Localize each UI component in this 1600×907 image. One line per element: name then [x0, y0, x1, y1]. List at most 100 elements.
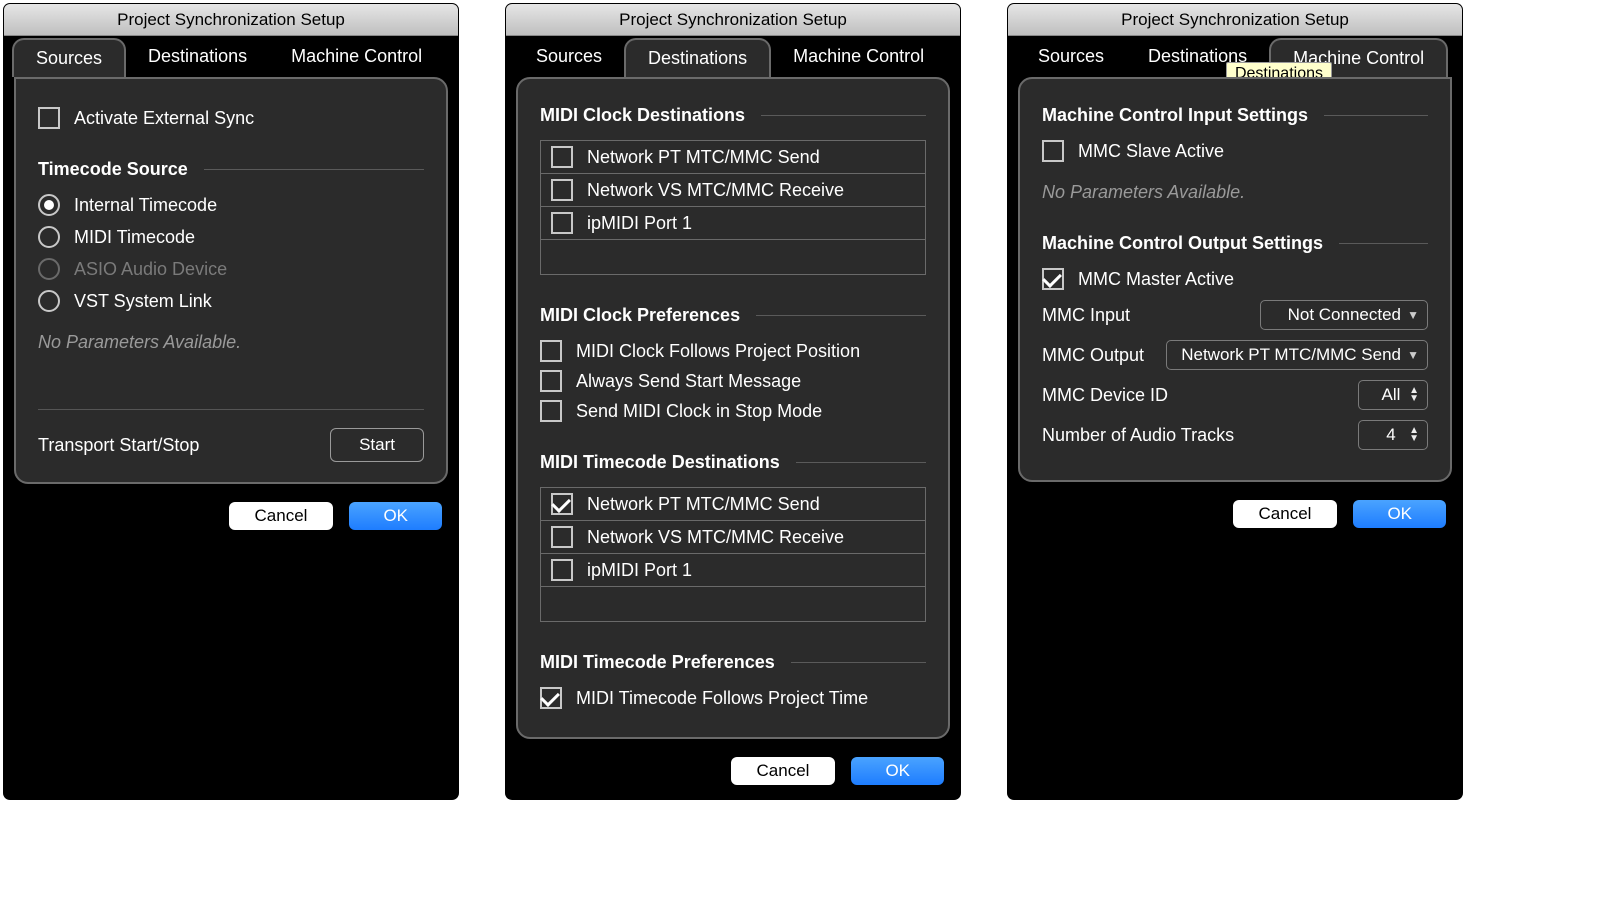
window-title: Project Synchronization Setup [4, 4, 458, 36]
chevron-down-icon: ▼ [1407, 348, 1419, 362]
list-item[interactable]: ipMIDI Port 1 [541, 554, 925, 587]
activate-external-sync-label: Activate External Sync [74, 108, 254, 129]
divider-icon [1339, 243, 1428, 244]
mmc-device-id-value: All [1382, 385, 1401, 404]
tc-follows-project-label: MIDI Timecode Follows Project Time [576, 688, 868, 709]
section-timecode-source: Timecode Source [38, 159, 188, 180]
dialog-buttons: Cancel OK [4, 492, 458, 544]
tc-dest-label: ipMIDI Port 1 [587, 560, 692, 581]
list-item[interactable]: Network VS MTC/MMC Receive [541, 521, 925, 554]
tc-dest-checkbox[interactable] [551, 559, 573, 581]
list-item[interactable]: ipMIDI Port 1 [541, 207, 925, 240]
divider-icon [38, 409, 424, 410]
tc-dest-label: Network PT MTC/MMC Send [587, 494, 820, 515]
num-audio-tracks-label: Number of Audio Tracks [1042, 425, 1234, 446]
transport-start-stop-label: Transport Start/Stop [38, 435, 199, 456]
list-item[interactable]: Network PT MTC/MMC Send [541, 488, 925, 521]
cancel-button[interactable]: Cancel [229, 502, 334, 530]
dialog-buttons: Cancel OK [1008, 490, 1462, 542]
send-clock-stop-label: Send MIDI Clock in Stop Mode [576, 401, 822, 422]
divider-icon [791, 662, 926, 663]
list-item-empty [541, 587, 925, 621]
chevron-down-icon: ▼ [1407, 308, 1419, 322]
radio-asio-audio-device-label: ASIO Audio Device [74, 259, 227, 280]
radio-internal-timecode[interactable] [38, 194, 60, 216]
tab-sources[interactable]: Sources [1016, 38, 1126, 77]
always-send-start-label: Always Send Start Message [576, 371, 801, 392]
window-title: Project Synchronization Setup [506, 4, 960, 36]
num-audio-tracks-stepper[interactable]: 4 ▲▼ [1358, 420, 1428, 450]
tc-follows-project-checkbox[interactable] [540, 687, 562, 709]
clock-dest-checkbox[interactable] [551, 212, 573, 234]
section-midi-clock-prefs: MIDI Clock Preferences [540, 305, 740, 326]
divider-icon [204, 169, 424, 170]
list-item-empty [541, 240, 925, 274]
list-item[interactable]: Network VS MTC/MMC Receive [541, 174, 925, 207]
mmc-device-id-label: MMC Device ID [1042, 385, 1168, 406]
clock-dest-checkbox[interactable] [551, 146, 573, 168]
dialog-buttons: Cancel OK [506, 747, 960, 799]
mmc-input-select[interactable]: Not Connected ▼ [1260, 300, 1428, 330]
section-mc-output-settings: Machine Control Output Settings [1042, 233, 1323, 254]
transport-start-button[interactable]: Start [330, 428, 424, 462]
tab-sources[interactable]: Sources [12, 38, 126, 77]
mmc-slave-active-checkbox[interactable] [1042, 140, 1064, 162]
clock-follows-position-label: MIDI Clock Follows Project Position [576, 341, 860, 362]
mmc-output-select[interactable]: Network PT MTC/MMC Send ▼ [1166, 340, 1428, 370]
tab-destinations[interactable]: Destinations [126, 38, 269, 77]
section-mc-input-settings: Machine Control Input Settings [1042, 105, 1308, 126]
midi-clock-dest-list: Network PT MTC/MMC Send Network VS MTC/M… [540, 140, 926, 275]
tc-dest-checkbox[interactable] [551, 526, 573, 548]
sync-setup-window-sources: Project Synchronization Setup Sources De… [4, 4, 458, 799]
mmc-output-value: Network PT MTC/MMC Send [1181, 345, 1401, 364]
stepper-arrows-icon: ▲▼ [1409, 387, 1419, 403]
clock-dest-label: Network PT MTC/MMC Send [587, 147, 820, 168]
cancel-button[interactable]: Cancel [1233, 500, 1338, 528]
clock-dest-label: ipMIDI Port 1 [587, 213, 692, 234]
ok-button[interactable]: OK [851, 757, 944, 785]
tab-sources[interactable]: Sources [514, 38, 624, 77]
machine-control-panel: Machine Control Input Settings MMC Slave… [1018, 77, 1452, 482]
midi-tc-dest-list: Network PT MTC/MMC Send Network VS MTC/M… [540, 487, 926, 622]
divider-icon [756, 315, 926, 316]
mmc-slave-active-label: MMC Slave Active [1078, 141, 1224, 162]
radio-midi-timecode[interactable] [38, 226, 60, 248]
tab-machine-control[interactable]: Machine Control [269, 38, 444, 77]
tab-machine-control[interactable]: Machine Control [771, 38, 946, 77]
no-parameters-note: No Parameters Available. [38, 332, 424, 353]
no-parameters-note: No Parameters Available. [1042, 182, 1428, 203]
mmc-master-active-label: MMC Master Active [1078, 269, 1234, 290]
tab-destinations[interactable]: Destinations [624, 38, 771, 77]
tc-dest-label: Network VS MTC/MMC Receive [587, 527, 844, 548]
window-title: Project Synchronization Setup [1008, 4, 1462, 36]
tab-bar: Sources Destinations Machine Control [506, 36, 960, 77]
radio-internal-timecode-label: Internal Timecode [74, 195, 217, 216]
num-audio-tracks-value: 4 [1386, 425, 1395, 444]
sources-panel: Activate External Sync Timecode Source I… [14, 77, 448, 484]
tab-bar: Sources Destinations Machine Control [4, 36, 458, 77]
radio-vst-system-link-label: VST System Link [74, 291, 212, 312]
clock-follows-position-checkbox[interactable] [540, 340, 562, 362]
always-send-start-checkbox[interactable] [540, 370, 562, 392]
destinations-panel: MIDI Clock Destinations Network PT MTC/M… [516, 77, 950, 739]
section-midi-tc-prefs: MIDI Timecode Preferences [540, 652, 775, 673]
clock-dest-checkbox[interactable] [551, 179, 573, 201]
mmc-device-id-stepper[interactable]: All ▲▼ [1358, 380, 1428, 410]
section-midi-tc-dest: MIDI Timecode Destinations [540, 452, 780, 473]
send-clock-stop-checkbox[interactable] [540, 400, 562, 422]
mmc-master-active-checkbox[interactable] [1042, 268, 1064, 290]
sync-setup-window-machine-control: Project Synchronization Setup Sources De… [1008, 4, 1462, 799]
tc-dest-checkbox[interactable] [551, 493, 573, 515]
list-item[interactable]: Network PT MTC/MMC Send [541, 141, 925, 174]
ok-button[interactable]: OK [349, 502, 442, 530]
cancel-button[interactable]: Cancel [731, 757, 836, 785]
divider-icon [761, 115, 926, 116]
activate-external-sync-checkbox[interactable] [38, 107, 60, 129]
ok-button[interactable]: OK [1353, 500, 1446, 528]
mmc-input-label: MMC Input [1042, 305, 1130, 326]
radio-vst-system-link[interactable] [38, 290, 60, 312]
stepper-arrows-icon: ▲▼ [1409, 427, 1419, 443]
radio-asio-audio-device [38, 258, 60, 280]
divider-icon [796, 462, 926, 463]
mmc-output-label: MMC Output [1042, 345, 1144, 366]
